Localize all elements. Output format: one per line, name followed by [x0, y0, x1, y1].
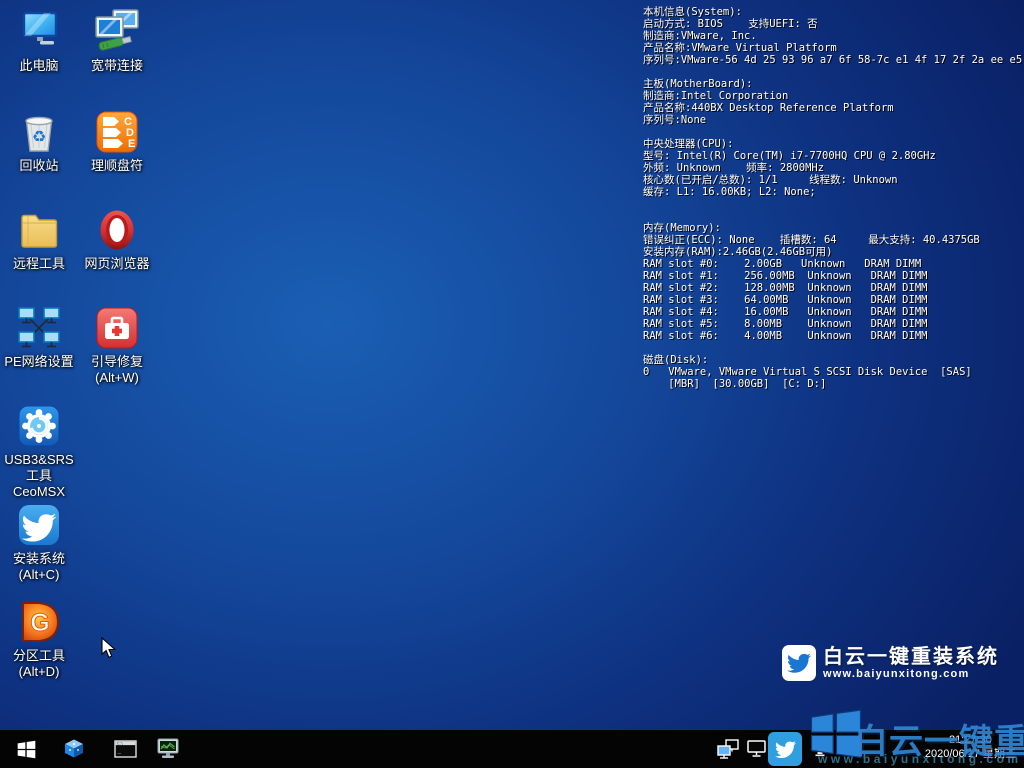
- tray-network-icon[interactable]: [716, 738, 740, 760]
- windows-start-icon: [15, 738, 38, 761]
- diskgenius-icon: G: [15, 598, 63, 646]
- desktop-icon-label: 远程工具: [1, 256, 77, 272]
- desktop-icon-label: 回收站: [1, 158, 77, 174]
- drive-letter-sort-icon: C D E: [93, 108, 141, 156]
- mouse-cursor: [100, 637, 119, 664]
- desktop-icon-drive-letters[interactable]: C D E 理顺盘符: [79, 108, 155, 174]
- brand-title: 白云一键重装系统: [823, 646, 999, 668]
- desktop-icon-usb3-srs[interactable]: USB3&SRS 工具CeoMSX: [1, 402, 77, 500]
- network-settings-icon: [15, 304, 63, 352]
- start-button[interactable]: [4, 730, 48, 768]
- desktop-icon-boot-repair[interactable]: 引导修复 (Alt+W): [79, 304, 155, 386]
- system-info-text: 本机信息(System): 启动方式: BIOS 支持UEFI: 否 制造商:V…: [643, 6, 1022, 390]
- brand-url: www.baiyunxitong.com: [823, 668, 999, 681]
- tray-bird-icon[interactable]: [768, 732, 802, 766]
- first-aid-kit-icon: [93, 304, 141, 352]
- desktop-icon-web-browser[interactable]: 网页浏览器: [79, 206, 155, 272]
- desktop-icon-label: 分区工具 (Alt+D): [1, 648, 77, 680]
- blue-cube-icon: [62, 737, 86, 761]
- taskbar-pe-tools-button[interactable]: [52, 730, 96, 768]
- desktop-icon-label: 宽带连接: [79, 58, 155, 74]
- taskbar-watermark: 白云一键重装系统 www.baiyunxitong.com: [802, 698, 1024, 768]
- desktop-icon-recycle-bin[interactable]: ♻ 回收站: [1, 108, 77, 174]
- desktop-icon-partition-tool[interactable]: G 分区工具 (Alt+D): [1, 598, 77, 680]
- desktop-icon-label: 此电脑: [1, 58, 77, 74]
- taskbar-cmd-button[interactable]: C:\ _: [103, 730, 147, 768]
- gear-swirl-icon: [15, 402, 63, 450]
- brand-bird-icon: [782, 645, 816, 681]
- desktop-icon-pe-network[interactable]: PE网络设置: [1, 304, 77, 370]
- svg-text:G: G: [30, 609, 49, 637]
- broadband-connection-icon: [93, 8, 141, 56]
- desktop-icon-label: 网页浏览器: [79, 256, 155, 272]
- tray-display-icon[interactable]: [746, 738, 768, 760]
- folder-icon: [15, 206, 63, 254]
- this-pc-icon: [15, 8, 63, 56]
- desktop-icon-this-pc[interactable]: 此电脑: [1, 8, 77, 74]
- svg-text:_: _: [117, 747, 121, 754]
- taskbar-taskmgr-button[interactable]: [146, 730, 190, 768]
- bird-icon: [15, 501, 63, 549]
- opera-browser-icon: [93, 206, 141, 254]
- desktop-icon-label: 安装系统 (Alt+C): [1, 551, 77, 583]
- desktop-icon-label: 引导修复 (Alt+W): [79, 354, 155, 386]
- desktop-icon-install-system[interactable]: 安装系统 (Alt+C): [1, 501, 77, 583]
- desktop-icon-label: PE网络设置: [1, 354, 77, 370]
- brand-logo-badge: 白云一键重装系统 www.baiyunxitong.com: [782, 645, 999, 681]
- recycle-bin-icon: ♻: [15, 108, 63, 156]
- svg-text:E: E: [128, 138, 135, 150]
- watermark-url: www.baiyunxitong.com: [818, 752, 1022, 766]
- svg-text:♻: ♻: [32, 127, 46, 146]
- desktop-icon-remote-tools[interactable]: 远程工具: [1, 206, 77, 272]
- computer-green-screen-icon: [155, 737, 181, 762]
- desktop-icon-broadband[interactable]: 宽带连接: [79, 8, 155, 74]
- desktop-icon-label: USB3&SRS 工具CeoMSX: [1, 452, 77, 500]
- desktop: 本机信息(System): 启动方式: BIOS 支持UEFI: 否 制造商:V…: [0, 0, 1024, 768]
- desktop-icon-label: 理顺盘符: [79, 158, 155, 174]
- svg-text:C:\: C:\: [117, 742, 123, 746]
- command-prompt-icon: C:\ _: [113, 737, 138, 761]
